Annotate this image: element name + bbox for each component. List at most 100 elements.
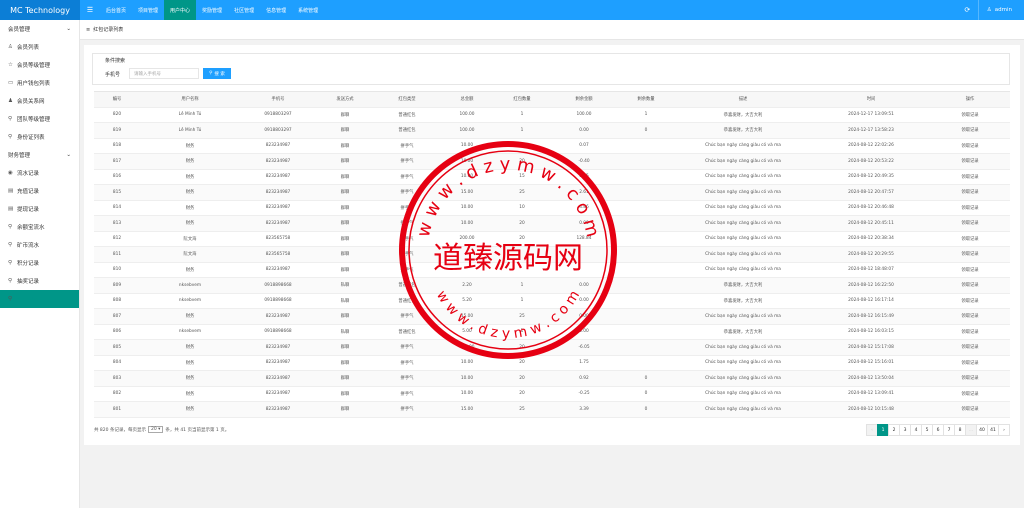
view-records-link[interactable]: 领取记录: [930, 308, 1010, 325]
view-records-link[interactable]: 领取记录: [930, 324, 1010, 340]
table-cell: 815: [94, 184, 140, 201]
table-cell: [618, 324, 674, 340]
table-cell: Chúc bạn ngày càng giàu có và ma: [674, 184, 812, 201]
table-cell: 恭喜发财，大吉大利: [674, 293, 812, 309]
view-records-link[interactable]: 领取记录: [930, 277, 1010, 294]
view-records-link[interactable]: 领取记录: [930, 355, 1010, 371]
sidebar-item[interactable]: ⚲ 团队等级管理: [0, 110, 79, 128]
page-button[interactable]: ›: [998, 424, 1010, 436]
nav-item[interactable]: 用户中心: [164, 0, 197, 20]
view-records-link[interactable]: 领取记录: [930, 246, 1010, 263]
sidebar-item-label: 红包记录: [17, 297, 40, 303]
nav-item[interactable]: 系统管理: [292, 0, 324, 20]
table-cell: [618, 308, 674, 325]
user-menu[interactable]: ♙ admin: [979, 7, 1024, 13]
table-cell: [618, 231, 674, 247]
table-cell: 818: [94, 138, 140, 154]
table-cell: 阮文海: [140, 246, 240, 263]
table-cell: 财务: [140, 262, 240, 278]
table-cell: 群聊: [316, 122, 374, 139]
sidebar-item[interactable]: ♙ 会员列表: [0, 38, 79, 56]
table-cell: 1: [618, 107, 674, 123]
sidebar-item[interactable]: ⚲ 抽奖记录: [0, 272, 79, 290]
table-cell: 0918803297: [240, 122, 316, 139]
sidebar-item[interactable]: ▤ 充值记录: [0, 182, 79, 200]
sidebar-item-label: 充值记录: [17, 189, 40, 195]
sidebar-item-label: 团队等级管理: [17, 117, 51, 123]
table-cell: 2024-08-12 20:29:55: [812, 246, 930, 263]
sidebar-item[interactable]: ◉ 流水记录: [0, 164, 79, 182]
page-size-select[interactable]: 20 ▾: [147, 426, 164, 433]
table-cell: 20: [494, 370, 550, 387]
sidebar-item[interactable]: ♟ 会员关系网: [0, 92, 79, 110]
sidebar-group[interactable]: 会员管理 ⌄: [0, 20, 79, 38]
view-records-link[interactable]: 领取记录: [930, 107, 1010, 123]
nav-item[interactable]: 社区管理: [228, 0, 260, 20]
view-records-link[interactable]: 领取记录: [930, 401, 1010, 418]
table-cell: 群聊: [316, 215, 374, 232]
view-records-link[interactable]: 领取记录: [930, 138, 1010, 154]
table-cell: [618, 184, 674, 201]
table-cell: 0918803297: [240, 107, 316, 123]
table-cell: 拼手气: [374, 370, 440, 387]
table-cell: [618, 138, 674, 154]
sidebar-item[interactable]: ▭ 用户钱包列表: [0, 74, 79, 92]
sidebar-item[interactable]: ⚲ 积分记录: [0, 254, 79, 272]
view-records-link[interactable]: 领取记录: [930, 122, 1010, 139]
table-cell: Chúc bạn ngày càng giàu có và ma: [674, 153, 812, 170]
view-records-link[interactable]: 领取记录: [930, 231, 1010, 247]
nav-item[interactable]: 后台首页: [100, 0, 132, 20]
view-records-link[interactable]: 领取记录: [930, 153, 1010, 170]
nav-item[interactable]: 信息管理: [260, 0, 292, 20]
view-records-link[interactable]: 领取记录: [930, 293, 1010, 309]
sidebar-item-label: 会员等级管理: [17, 63, 51, 69]
table-cell: 群聊: [316, 370, 374, 387]
sidebar-item[interactable]: ⚲ 红包记录: [0, 290, 79, 308]
table-cell: 群聊: [316, 355, 374, 371]
view-records-link[interactable]: 领取记录: [930, 215, 1010, 232]
column-header: 时间: [812, 91, 930, 108]
table-cell: 群聊: [316, 401, 374, 418]
view-records-link[interactable]: 领取记录: [930, 169, 1010, 185]
table-cell: 2024-08-12 16:22:50: [812, 277, 930, 294]
view-records-link[interactable]: 领取记录: [930, 339, 1010, 356]
table-cell: [618, 277, 674, 294]
view-records-link[interactable]: 领取记录: [930, 200, 1010, 216]
phone-input[interactable]: 请输入手机号: [129, 68, 199, 79]
table-cell: 809: [94, 277, 140, 294]
sidebar-item[interactable]: ☆ 会员等级管理: [0, 56, 79, 74]
table-cell: 2024-12-17 13:09:51: [812, 107, 930, 123]
sidebar-item-label: 会员关系网: [17, 99, 45, 105]
sidebar-item[interactable]: ⚲ 余额宝流水: [0, 218, 79, 236]
column-header: 红包类型: [374, 91, 440, 108]
sidebar-item[interactable]: ⚲ 矿币流水: [0, 236, 79, 254]
sidebar-item[interactable]: ▤ 提现记录: [0, 200, 79, 218]
menu-toggle-icon[interactable]: ☰: [80, 6, 100, 14]
table-cell: [618, 200, 674, 216]
table-cell: 群聊: [316, 246, 374, 263]
table-cell: 0918898668: [240, 293, 316, 309]
table-row: 819 Lê Minh Tú 0918803297 群聊 普通红包 100.00 1 0.00…: [94, 122, 1010, 139]
table-cell: 2024-08-12 20:49:35: [812, 169, 930, 185]
refresh-icon[interactable]: ⟳: [957, 0, 979, 20]
view-records-link[interactable]: 领取记录: [930, 262, 1010, 278]
nav-item[interactable]: 项目管理: [132, 0, 164, 20]
sidebar-group[interactable]: 财务管理 ⌄: [0, 146, 79, 164]
nav-item[interactable]: 奖励管理: [196, 0, 228, 20]
view-records-link[interactable]: 领取记录: [930, 370, 1010, 387]
table-cell: 3.39: [550, 401, 618, 418]
table-cell: 群聊: [316, 231, 374, 247]
table-cell: 群聊: [316, 138, 374, 154]
table-cell: 823565758: [240, 231, 316, 247]
sidebar-item[interactable]: ⚲ 身份证列表: [0, 128, 79, 146]
table-cell: 普通红包: [374, 122, 440, 139]
table-cell: 811: [94, 246, 140, 263]
search-button[interactable]: ⚲ 搜 索: [203, 68, 231, 79]
view-records-link[interactable]: 领取记录: [930, 386, 1010, 402]
table-cell: 823234987: [240, 184, 316, 201]
table-cell: 2024-08-12 16:15:49: [812, 308, 930, 325]
view-records-link[interactable]: 领取记录: [930, 184, 1010, 201]
table-cell: 0: [618, 122, 674, 139]
doc-icon: ▤: [8, 188, 14, 194]
top-nav: 后台首页 项目管理 用户中心 奖励管理 社区管理 信息管理 系统管理: [100, 0, 324, 20]
